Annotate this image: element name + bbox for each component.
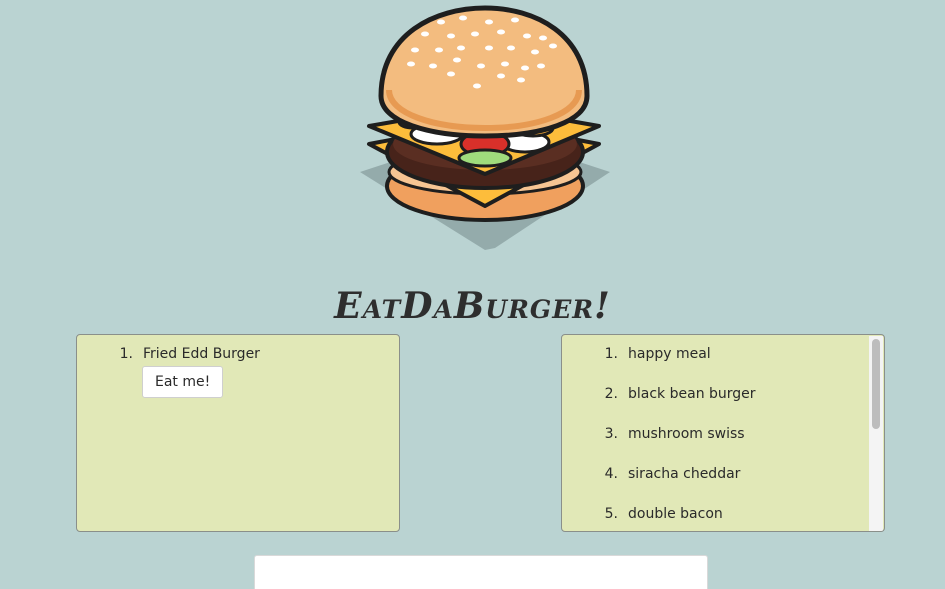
scrollbar-thumb[interactable] [872,339,880,429]
hamburger-icon [360,5,610,250]
list-item-name: mushroom swiss [628,426,745,442]
scrollbar[interactable] [869,336,883,531]
burgers-to-eat-list: 1. Fried Edd Burger Eat me! [77,335,399,416]
add-burger-form[interactable] [254,555,708,589]
burgers-to-eat-panel: 1. Fried Edd Burger Eat me! [76,334,400,532]
list-item-number: 4. [604,466,618,482]
page: EatDaBurger! 1. Fried Edd Burger Eat me!… [0,0,945,589]
list-item-name: happy meal [628,346,711,362]
page-title: EatDaBurger! [334,285,611,327]
devoured-burgers-list: 1. happy meal 2. black bean burger 3. mu… [562,335,884,531]
list-item: 1. happy meal [562,335,884,375]
eat-me-button[interactable]: Eat me! [142,366,224,398]
list-item-number: 1. [604,346,618,362]
list-item: 2. black bean burger [562,375,884,415]
list-item-name: siracha cheddar [628,466,741,482]
list-item: 1. Fried Edd Burger Eat me! [77,335,399,416]
list-item-number: 3. [604,426,618,442]
list-item: 4. siracha cheddar [562,455,884,495]
list-item-number: 5. [604,506,618,522]
devoured-burgers-panel[interactable]: 1. happy meal 2. black bean burger 3. mu… [561,334,885,532]
list-item-name: black bean burger [628,386,756,402]
list-item-name: double bacon [628,506,723,522]
list-item: 3. mushroom swiss [562,415,884,455]
list-item: 5. double bacon [562,495,884,531]
list-item-name: Fried Edd Burger [143,346,260,362]
list-item-number: 2. [604,386,618,402]
list-item-number: 1. [119,346,133,362]
